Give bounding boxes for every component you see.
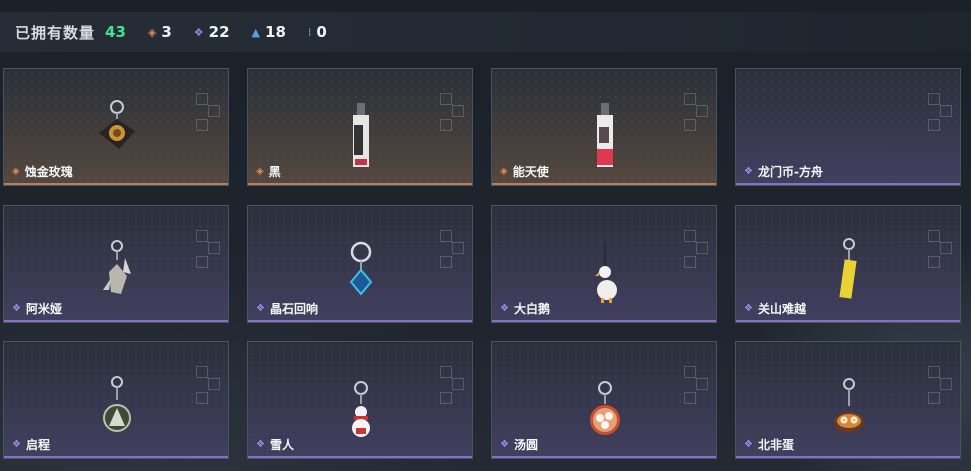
item-label: ❖ 北非蛋 [744, 438, 794, 452]
item-label: ❖ 汤圆 [500, 438, 538, 452]
departure-emblem-keychain-icon [103, 376, 131, 432]
ownership-header: 已拥有数量 43 ◈ 3 ❖ 22 ▲ 18 ⁞ 0 [0, 12, 971, 52]
collection-card[interactable]: ◈ 蚀金玫瑰 [3, 68, 229, 186]
collection-card[interactable]: ❖ 阿米娅 [3, 205, 229, 323]
item-label: ❖ 大白鹅 [500, 302, 550, 316]
purple-diamond-icon: ❖ [193, 25, 204, 39]
collection-card[interactable]: ❖ 大白鹅 [491, 205, 717, 323]
collection-card[interactable]: ❖ 龙门币-方舟 [735, 68, 961, 186]
collection-card[interactable]: ❖ 北非蛋 [735, 341, 961, 459]
stat-blue-value: 18 [265, 23, 286, 41]
stat-teal-value: 0 [316, 23, 327, 41]
item-label: ◈ 黑 [256, 165, 281, 179]
purple-diamond-icon: ❖ [256, 303, 265, 314]
collection-card[interactable]: ❖ 晶石回响 [247, 205, 473, 323]
owned-total-count: 43 [105, 23, 126, 41]
stat-orange: ◈ 3 [148, 23, 172, 41]
collection-card[interactable]: ◈ 黑 [247, 68, 473, 186]
blue-chevron-icon: ▲ [251, 25, 261, 39]
item-label: ◈ 能天使 [500, 165, 549, 179]
purple-diamond-icon: ❖ [12, 439, 21, 450]
collection-card[interactable]: ◈ 能天使 [491, 68, 717, 186]
orange-diamond-icon: ◈ [256, 166, 264, 177]
owned-count-title: 已拥有数量 [15, 23, 96, 42]
collection-card[interactable]: ❖ 雪人 [247, 341, 473, 459]
teal-dots-icon: ⁞ [307, 25, 312, 39]
stat-purple: ❖ 22 [194, 23, 230, 41]
item-label: ❖ 雪人 [256, 438, 294, 452]
purple-diamond-icon: ❖ [744, 439, 753, 450]
item-label: ❖ 启程 [12, 438, 50, 452]
golden-rose-keychain-icon [99, 100, 135, 149]
purple-diamond-icon: ❖ [500, 303, 509, 314]
item-label: ◈ 蚀金玫瑰 [12, 165, 73, 179]
purple-diamond-icon: ❖ [744, 303, 753, 314]
collection-card[interactable]: ❖ 关山难越 [735, 205, 961, 323]
orange-diamond-icon: ◈ [12, 166, 20, 177]
amiya-keychain-icon [103, 240, 131, 294]
snowman-keychain-icon [352, 381, 370, 437]
shakshuka-keychain-icon [834, 378, 864, 432]
item-label: ❖ 晶石回响 [256, 302, 318, 316]
purple-diamond-icon: ❖ [744, 166, 753, 177]
exusiai-tag-keychain-icon [597, 103, 613, 167]
purple-diamond-icon: ❖ [256, 439, 265, 450]
stat-teal: ⁞ 0 [308, 23, 327, 41]
collection-card[interactable]: ❖ 汤圆 [491, 341, 717, 459]
white-goose-keychain-icon [595, 242, 617, 303]
stat-blue: ▲ 18 [252, 23, 286, 41]
stat-orange-value: 3 [161, 23, 172, 41]
tangyuan-bowl-keychain-icon [590, 381, 620, 435]
purple-diamond-icon: ❖ [500, 439, 509, 450]
orange-diamond-icon: ◈ [147, 25, 157, 39]
purple-diamond-icon: ❖ [12, 303, 21, 314]
item-label: ❖ 龙门币-方舟 [744, 165, 823, 179]
orange-diamond-icon: ◈ [500, 166, 508, 177]
item-label: ❖ 关山难越 [744, 302, 806, 316]
item-label: ❖ 阿米娅 [12, 302, 62, 316]
stat-purple-value: 22 [208, 23, 230, 41]
black-tag-keychain-icon [353, 103, 369, 167]
collection-card[interactable]: ❖ 启程 [3, 341, 229, 459]
crystal-keychain-icon [349, 241, 373, 296]
gold-bar-keychain-icon [839, 238, 857, 299]
